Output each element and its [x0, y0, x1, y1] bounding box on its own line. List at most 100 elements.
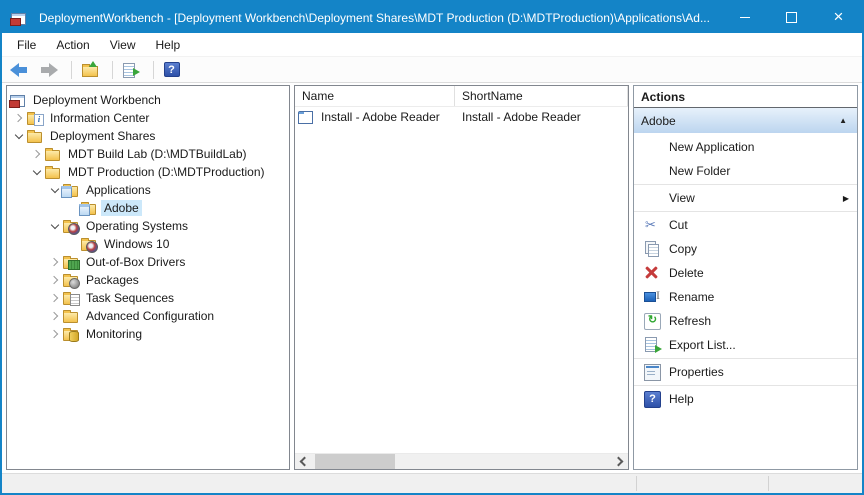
tree-item-out-of-box-drivers[interactable]: Out-of-Box Drivers	[7, 253, 289, 271]
maximize-button[interactable]	[768, 2, 815, 33]
menu-item-file[interactable]: File	[7, 33, 46, 57]
toolbar-separator	[112, 61, 113, 79]
chevron-collapsed-icon[interactable]	[46, 271, 63, 289]
column-header-shortname[interactable]: ShortName	[455, 86, 628, 106]
submenu-arrow-icon: ▶	[843, 194, 849, 203]
action-rename[interactable]: Rename	[634, 285, 857, 309]
scrollbar-thumb[interactable]	[315, 454, 395, 469]
app-window: DeploymentWorkbench - [Deployment Workbe…	[0, 0, 864, 495]
list-header: NameShortName	[295, 86, 628, 107]
tree-item-label: Adobe	[101, 200, 142, 216]
actions-group-header[interactable]: Adobe ▲	[634, 108, 857, 133]
menu-item-view[interactable]: View	[100, 33, 146, 57]
chevron-expanded-icon[interactable]	[10, 127, 27, 145]
list-item-install-adobe-reader[interactable]: Install - Adobe ReaderInstall - Adobe Re…	[295, 107, 628, 126]
scrollbar-track[interactable]	[312, 454, 611, 469]
tree-item-windows-10[interactable]: Windows 10	[7, 235, 289, 253]
main-area: Deployment WorkbenchInformation CenterDe…	[2, 83, 862, 473]
action-export-list[interactable]: Export List...	[634, 333, 857, 357]
actions-group-label: Adobe	[641, 114, 839, 128]
tree-item-label: Information Center	[47, 110, 152, 126]
chevron-collapsed-icon[interactable]	[46, 325, 63, 343]
action-label: Delete	[669, 266, 849, 280]
tree-item-operating-systems[interactable]: Operating Systems	[7, 217, 289, 235]
action-label: Refresh	[669, 314, 849, 328]
actions-list: New Application New Folder View▶ Cut Copy Del…	[634, 133, 857, 469]
tree-item-task-sequences[interactable]: Task Sequences	[7, 289, 289, 307]
action-cut[interactable]: Cut	[634, 213, 857, 237]
action-delete[interactable]: Delete	[634, 261, 857, 285]
chevron-expanded-icon[interactable]	[28, 163, 45, 181]
folder-os-icon	[63, 222, 78, 233]
back-arrow-icon	[10, 63, 28, 77]
chevron-collapsed-icon[interactable]	[46, 289, 63, 307]
action-label: New Folder	[669, 164, 849, 178]
menu-item-action[interactable]: Action	[46, 33, 99, 57]
close-button[interactable]	[815, 2, 862, 33]
collapse-arrow-icon[interactable]: ▲	[839, 116, 847, 125]
tree-item-monitoring[interactable]: Monitoring	[7, 325, 289, 343]
tree-item-label: Task Sequences	[83, 290, 177, 306]
action-view[interactable]: View▶	[634, 186, 857, 210]
action-properties[interactable]: Properties	[634, 360, 857, 384]
tree-item-mdt-production-d-mdtproduction[interactable]: MDT Production (D:\MDTProduction)	[7, 163, 289, 181]
copy-icon	[644, 241, 661, 258]
statusbar-divider	[768, 476, 769, 491]
folder-icon	[27, 132, 42, 143]
tree-item-label: Deployment Workbench	[30, 92, 164, 108]
actions-pane-title: Actions	[634, 86, 857, 108]
up-one-level-icon	[82, 66, 98, 77]
action-label: Copy	[669, 242, 849, 256]
actions-separator	[634, 184, 857, 185]
chevron-expanded-icon[interactable]	[46, 217, 63, 235]
tree-item-packages[interactable]: Packages	[7, 271, 289, 289]
action-label: Help	[669, 392, 849, 406]
tree-item-deployment-shares[interactable]: Deployment Shares	[7, 127, 289, 145]
scroll-left-arrow-icon[interactable]	[295, 454, 312, 469]
workbench-icon	[10, 95, 25, 107]
action-copy[interactable]: Copy	[634, 237, 857, 261]
chevron-collapsed-icon[interactable]	[10, 109, 27, 127]
horizontal-scrollbar[interactable]	[295, 453, 628, 469]
tree-item-mdt-build-lab-d-mdtbuildlab[interactable]: MDT Build Lab (D:\MDTBuildLab)	[7, 145, 289, 163]
delete-icon	[644, 265, 661, 282]
minimize-button[interactable]	[721, 2, 768, 33]
action-icon-slot	[644, 163, 661, 180]
list-item-name-cell: Install - Adobe Reader	[295, 110, 455, 124]
application-window-icon	[298, 111, 313, 124]
statusbar-divider	[636, 476, 637, 491]
tree-item-applications[interactable]: Applications	[7, 181, 289, 199]
tree-item-information-center[interactable]: Information Center	[7, 109, 289, 127]
action-new-folder[interactable]: New Folder	[634, 159, 857, 183]
action-label: Properties	[669, 365, 849, 379]
console-tree-pane: Deployment Workbench Information CenterDe…	[6, 85, 290, 470]
tree-item-label: Advanced Configuration	[83, 308, 217, 324]
chevron-collapsed-icon[interactable]	[46, 253, 63, 271]
list-item-name: Install - Adobe Reader	[321, 110, 440, 124]
help-button[interactable]	[161, 59, 187, 81]
menubar: FileActionViewHelp	[2, 33, 862, 57]
toolbar-separator	[153, 61, 154, 79]
folder-app-icon	[81, 204, 96, 215]
column-header-name[interactable]: Name	[295, 86, 455, 106]
chevron-collapsed-icon[interactable]	[28, 145, 45, 163]
tree-item-deployment-workbench[interactable]: Deployment Workbench	[7, 91, 289, 109]
tree-item-advanced-configuration[interactable]: Advanced Configuration	[7, 307, 289, 325]
folder-task-icon	[63, 294, 78, 305]
menu-item-help[interactable]: Help	[146, 33, 191, 57]
chevron-slot	[64, 235, 81, 253]
folder-driver-icon	[63, 258, 78, 269]
action-refresh[interactable]: Refresh	[634, 309, 857, 333]
back-arrow-button[interactable]	[8, 59, 34, 81]
up-one-level-button[interactable]	[79, 59, 105, 81]
action-help[interactable]: Help	[634, 387, 857, 411]
scroll-right-arrow-icon[interactable]	[611, 454, 628, 469]
export-list-button[interactable]	[120, 59, 146, 81]
chevron-collapsed-icon[interactable]	[46, 307, 63, 325]
actions-separator	[634, 358, 857, 359]
refresh-icon	[644, 313, 661, 330]
tree-item-adobe[interactable]: Adobe	[7, 199, 289, 217]
help-icon	[644, 391, 661, 408]
folder-icon	[45, 168, 60, 179]
action-new-application[interactable]: New Application	[634, 135, 857, 159]
